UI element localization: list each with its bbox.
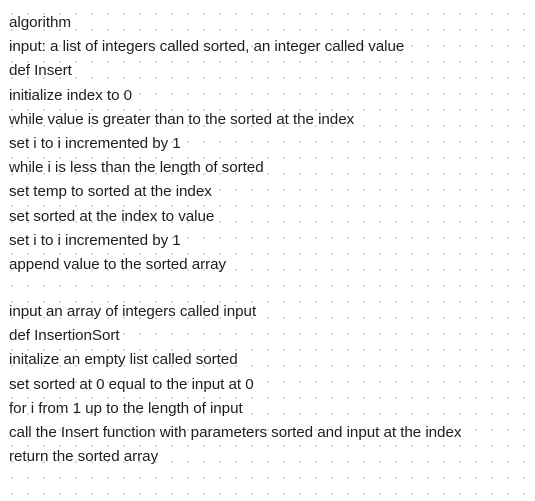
text-line: input: a list of integers called sorted,… xyxy=(9,38,405,56)
text-line: return the sorted array xyxy=(9,448,159,466)
text-line: set sorted at the index to value xyxy=(9,207,215,225)
whiteboard-canvas[interactable]: algorithm input: a list of integers call… xyxy=(0,0,535,501)
text-line: def Insert xyxy=(9,62,72,80)
text-line: while i is less than the length of sorte… xyxy=(9,159,264,177)
insertion-sort-text[interactable]: input an array of integers called input … xyxy=(9,300,461,469)
text-line: call the Insert function with parameters… xyxy=(9,424,462,442)
text-line: set temp to sorted at the index xyxy=(9,183,212,201)
text-line: initialize index to 0 xyxy=(9,86,133,104)
text-line: def InsertionSort xyxy=(9,327,120,345)
insert-algorithm-text[interactable]: algorithm input: a list of integers call… xyxy=(9,11,404,277)
text-line: while value is greater than to the sorte… xyxy=(9,110,355,128)
text-line: initalize an empty list called sorted xyxy=(9,351,238,369)
text-line: set sorted at 0 equal to the input at 0 xyxy=(9,375,254,393)
text-line: for i from 1 up to the length of input xyxy=(9,399,243,417)
text-line: input an array of integers called input xyxy=(9,303,257,320)
text-line: algorithm xyxy=(9,14,72,31)
text-line: append value to the sorted array xyxy=(9,256,227,274)
text-line: set i to i incremented by 1 xyxy=(9,231,181,249)
text-line: set i to i incremented by 1 xyxy=(9,135,181,153)
